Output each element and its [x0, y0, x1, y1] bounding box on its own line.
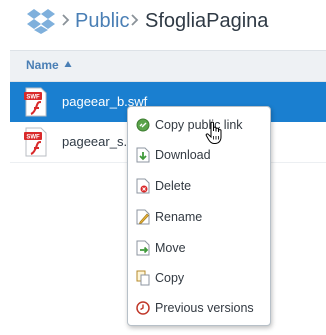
swf-file-icon: SWF [24, 87, 47, 117]
copy-icon [136, 270, 150, 286]
column-header: Name [10, 50, 326, 82]
menu-item-previous-versions[interactable]: Previous versions [128, 293, 270, 323]
swf-file-icon: SWF [24, 127, 47, 157]
previous-versions-icon [136, 301, 150, 315]
rename-icon [136, 209, 150, 225]
menu-item-move[interactable]: Move [128, 233, 270, 263]
svg-text:SWF: SWF [26, 95, 40, 101]
context-menu: Copy public link Download Delete Rename … [127, 106, 271, 326]
dropbox-logo-icon[interactable] [26, 8, 56, 34]
menu-item-delete[interactable]: Delete [128, 171, 270, 201]
hand-cursor-icon [205, 121, 222, 144]
menu-item-rename[interactable]: Rename [128, 202, 270, 232]
menu-item-copy-public-link[interactable]: Copy public link [128, 110, 270, 140]
breadcrumb: Public SfogliaPagina [0, 0, 326, 48]
svg-text:SWF: SWF [26, 135, 40, 141]
menu-item-copy[interactable]: Copy [128, 263, 270, 293]
menu-item-download[interactable]: Download [128, 140, 270, 170]
breadcrumb-public-link[interactable]: Public [75, 9, 129, 33]
sort-ascending-icon[interactable] [64, 60, 72, 68]
chevron-right-icon [62, 14, 70, 26]
link-icon [136, 118, 150, 132]
name-column-sort[interactable]: Name [26, 58, 59, 72]
page-title: SfogliaPagina [145, 10, 269, 32]
download-icon [136, 147, 150, 163]
move-icon [136, 240, 150, 256]
chevron-right-icon [131, 14, 139, 26]
delete-icon [136, 178, 150, 194]
